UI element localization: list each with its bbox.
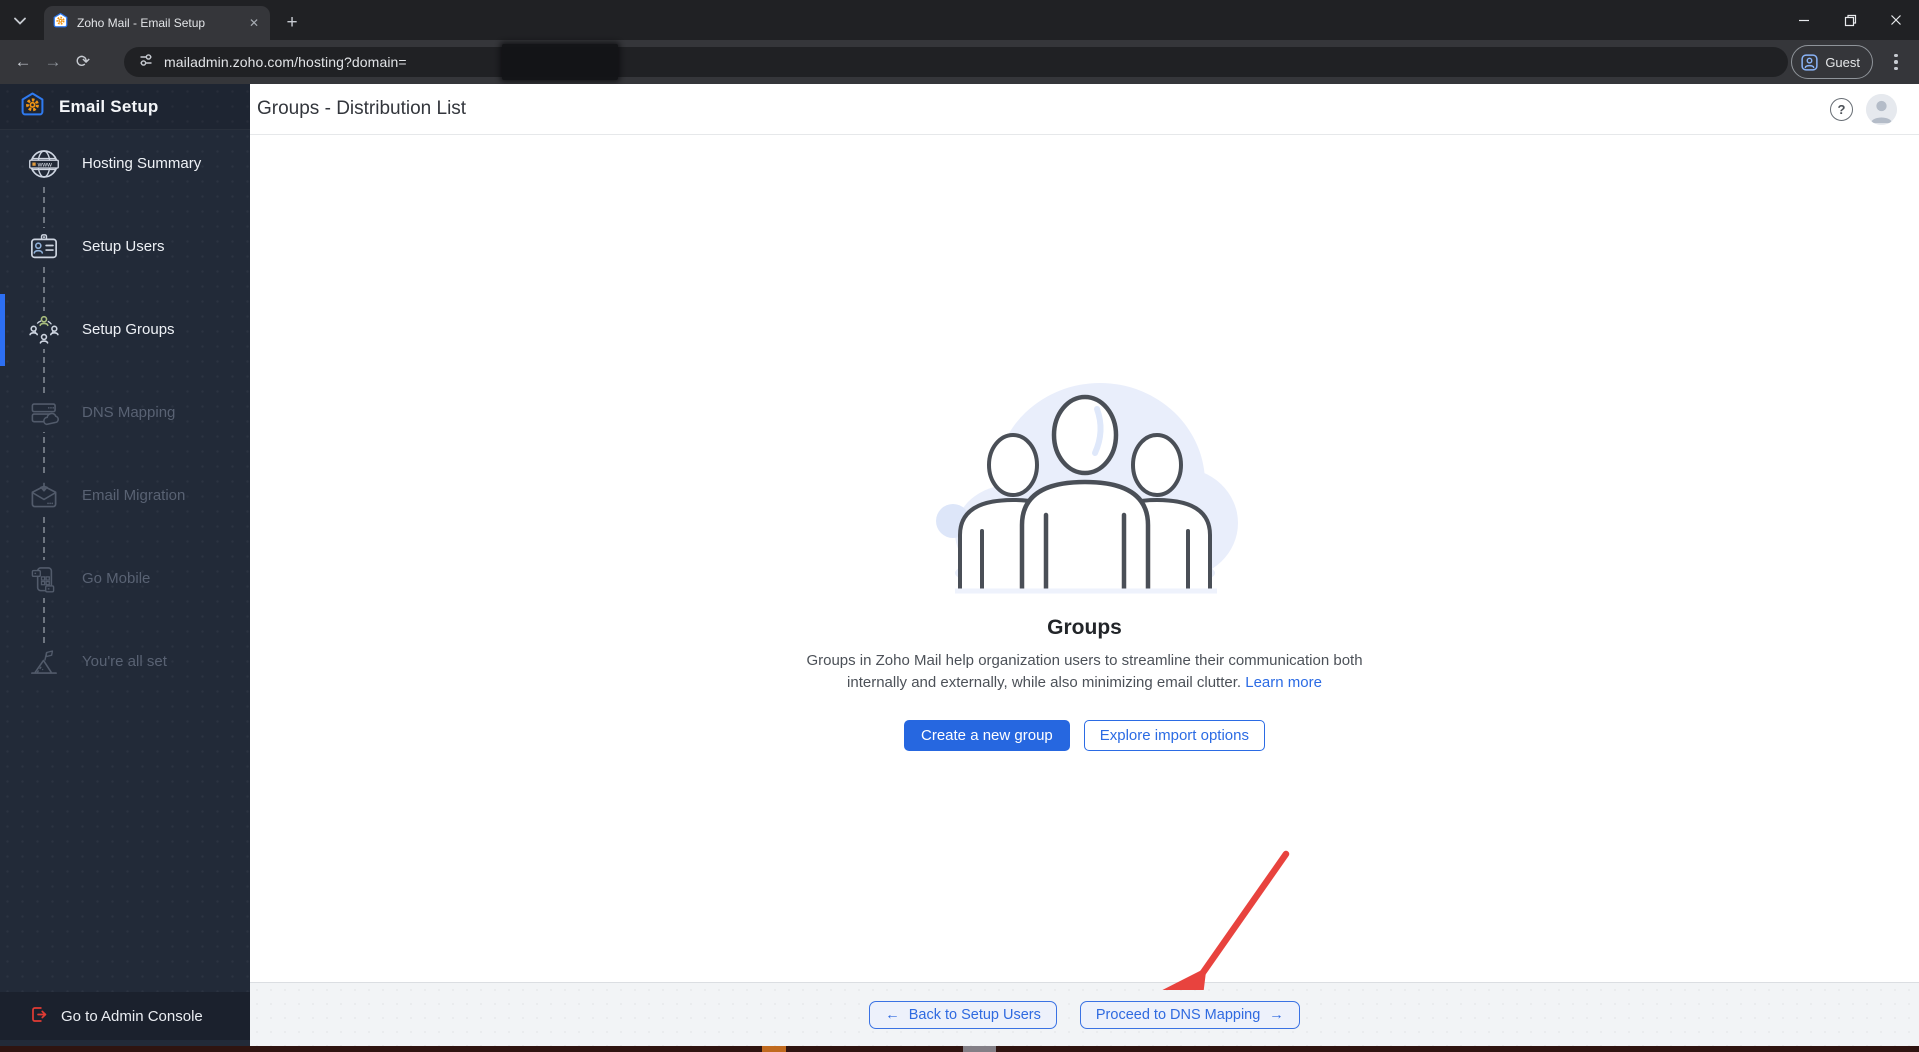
url-text[interactable]: mailadmin.zoho.com/hosting?domain= xyxy=(164,54,407,70)
site-settings-icon[interactable] xyxy=(138,52,154,73)
sidebar-item-dns-mapping[interactable]: DNS Mapping xyxy=(0,371,250,454)
setup-sidebar: Email Setup www Hosting Summary Setup Us… xyxy=(0,84,250,1046)
setup-steps-nav: www Hosting Summary Setup Users Setup Gr… xyxy=(0,122,250,722)
new-tab-icon[interactable]: + xyxy=(280,11,304,35)
tab-search-chevron-icon[interactable] xyxy=(7,9,33,33)
address-bar[interactable]: mailadmin.zoho.com/hosting?domain= xyxy=(124,44,1788,80)
sidebar-item-setup-users[interactable]: Setup Users xyxy=(0,205,250,288)
sidebar-item-label: Setup Users xyxy=(82,238,165,255)
groups-empty-state: Groups Groups in Zoho Mail help organiza… xyxy=(250,135,1919,982)
create-new-group-button[interactable]: Create a new group xyxy=(904,720,1070,751)
learn-more-link[interactable]: Learn more xyxy=(1245,674,1322,691)
right-arrow-icon: → xyxy=(1269,1006,1284,1023)
logout-door-icon xyxy=(29,1005,48,1028)
sidebar-item-youre-all-set[interactable]: You're all set xyxy=(0,620,250,703)
sidebar-item-label: DNS Mapping xyxy=(82,404,176,421)
window-controls xyxy=(1781,0,1919,40)
sidebar-item-label: Email Migration xyxy=(82,487,186,504)
dns-server-icon xyxy=(25,393,63,432)
user-group-icon xyxy=(25,310,63,349)
groups-illustration xyxy=(250,373,1919,600)
sidebar-item-go-mobile[interactable]: Go Mobile xyxy=(0,537,250,620)
window-minimize-icon[interactable] xyxy=(1781,0,1827,40)
tab-title: Zoho Mail - Email Setup xyxy=(77,16,206,30)
taskbar-edge xyxy=(0,1046,1919,1052)
browser-tab[interactable]: Zoho Mail - Email Setup ✕ xyxy=(44,6,270,40)
email-migration-icon xyxy=(25,476,63,515)
groups-description: Groups in Zoho Mail help organization us… xyxy=(250,650,1919,694)
wizard-footer-bar: ← Back to Setup Users Proceed to DNS Map… xyxy=(250,982,1919,1046)
sidebar-app-title: Email Setup xyxy=(59,96,159,116)
sidebar-item-hosting-summary[interactable]: www Hosting Summary xyxy=(0,122,250,205)
email-setup-logo-icon xyxy=(19,91,46,123)
explore-import-options-button[interactable]: Explore import options xyxy=(1083,720,1265,751)
admin-console-label: Go to Admin Console xyxy=(61,1007,203,1025)
back-to-setup-users-button[interactable]: ← Back to Setup Users xyxy=(869,1000,1057,1029)
url-redaction-overlay xyxy=(502,44,618,80)
description-line-2: internally and externally, while also mi… xyxy=(847,674,1322,691)
browser-toolbar: ← → ⟳ mailadmin.zoho.com/hosting?domain=… xyxy=(0,40,1919,84)
description-line-1: Groups in Zoho Mail help organization us… xyxy=(806,652,1363,669)
zoho-mail-favicon xyxy=(52,12,69,34)
id-card-icon xyxy=(25,227,63,266)
guest-profile-icon xyxy=(1801,53,1818,71)
mobile-phone-icon xyxy=(25,559,63,598)
summit-flag-icon xyxy=(25,642,63,681)
user-avatar[interactable] xyxy=(1866,94,1897,125)
sidebar-item-label: Setup Groups xyxy=(82,321,175,338)
browser-back-icon[interactable]: ← xyxy=(8,47,38,77)
help-icon[interactable]: ? xyxy=(1830,98,1853,121)
taskbar-edge-orange-segment xyxy=(762,1046,786,1052)
page-header: Groups - Distribution List ? xyxy=(250,84,1919,135)
sidebar-item-label: You're all set xyxy=(82,653,167,670)
window-restore-icon[interactable] xyxy=(1827,0,1873,40)
browser-forward-icon[interactable]: → xyxy=(38,47,68,77)
cta-row: Create a new group Explore import option… xyxy=(250,720,1919,751)
taskbar-edge-gray-segment xyxy=(963,1046,996,1052)
sidebar-item-label: Hosting Summary xyxy=(82,155,202,172)
sidebar-item-label: Go Mobile xyxy=(82,570,151,587)
proceed-to-dns-mapping-button[interactable]: Proceed to DNS Mapping → xyxy=(1079,1000,1300,1029)
browser-menu-icon[interactable] xyxy=(1883,47,1909,77)
browser-tab-strip: Zoho Mail - Email Setup ✕ + xyxy=(0,0,1919,40)
svg-text:www: www xyxy=(37,161,52,168)
window-close-icon[interactable] xyxy=(1873,0,1919,40)
sidebar-item-email-migration[interactable]: Email Migration xyxy=(0,454,250,537)
profile-button[interactable]: Guest xyxy=(1791,45,1873,79)
tab-close-icon[interactable]: ✕ xyxy=(246,15,262,31)
groups-heading: Groups xyxy=(1047,616,1122,639)
go-to-admin-console-link[interactable]: Go to Admin Console xyxy=(0,992,250,1040)
page-title: Groups - Distribution List xyxy=(257,98,467,119)
browser-reload-icon[interactable]: ⟳ xyxy=(68,47,98,77)
profile-label: Guest xyxy=(1825,54,1860,70)
globe-www-icon: www xyxy=(25,144,63,183)
sidebar-item-setup-groups[interactable]: Setup Groups xyxy=(0,288,250,371)
left-arrow-icon: ← xyxy=(885,1006,900,1023)
